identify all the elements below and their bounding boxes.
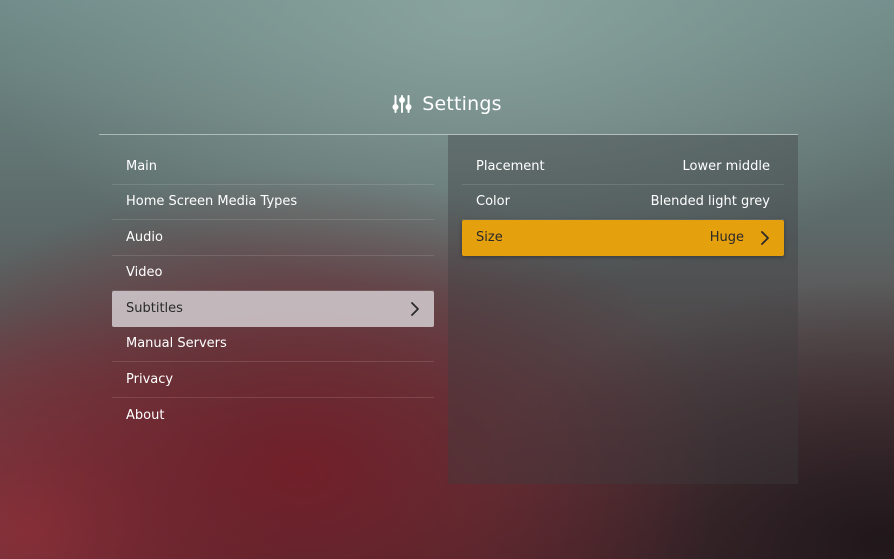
option-value: Lower middle [682,158,770,174]
page-title: Settings [422,93,502,115]
option-value: Huge [709,230,744,246]
menu-item-label: Manual Servers [126,336,227,352]
option-value: Blended light grey [650,194,770,210]
sliders-icon [392,95,412,113]
menu-item-privacy[interactable]: Privacy [112,362,434,398]
menu-item-label: Audio [126,229,163,245]
menu-item-home-screen-media-types[interactable]: Home Screen Media Types [112,185,434,220]
menu-item-subtitles[interactable]: Subtitles [112,291,434,327]
menu-item-audio[interactable]: Audio [112,220,434,256]
menu-item-label: About [126,407,165,423]
menu-item-label: Main [126,158,158,174]
option-color[interactable]: Color Blended light grey [462,185,784,220]
menu-item-video[interactable]: Video [112,256,434,291]
menu-item-manual-servers[interactable]: Manual Servers [112,327,434,362]
menu-item-main[interactable]: Main [112,149,434,185]
option-size[interactable]: Size Huge [462,220,784,256]
settings-header: Settings [0,82,894,126]
chevron-right-icon [761,230,769,245]
menu-item-label: Subtitles [126,301,183,317]
menu-item-label: Privacy [126,371,174,387]
option-placement[interactable]: Placement Lower middle [462,149,784,185]
menu-item-label: Video [126,265,163,281]
option-label: Placement [476,158,545,174]
subtitle-options: Placement Lower middle Color Blended lig… [462,149,784,256]
option-label: Size [476,230,503,246]
settings-menu: Main Home Screen Media Types Audio Video… [112,149,434,433]
chevron-right-icon [411,301,419,316]
option-label: Color [476,194,510,210]
menu-item-label: Home Screen Media Types [126,194,298,210]
menu-item-about[interactable]: About [112,398,434,434]
